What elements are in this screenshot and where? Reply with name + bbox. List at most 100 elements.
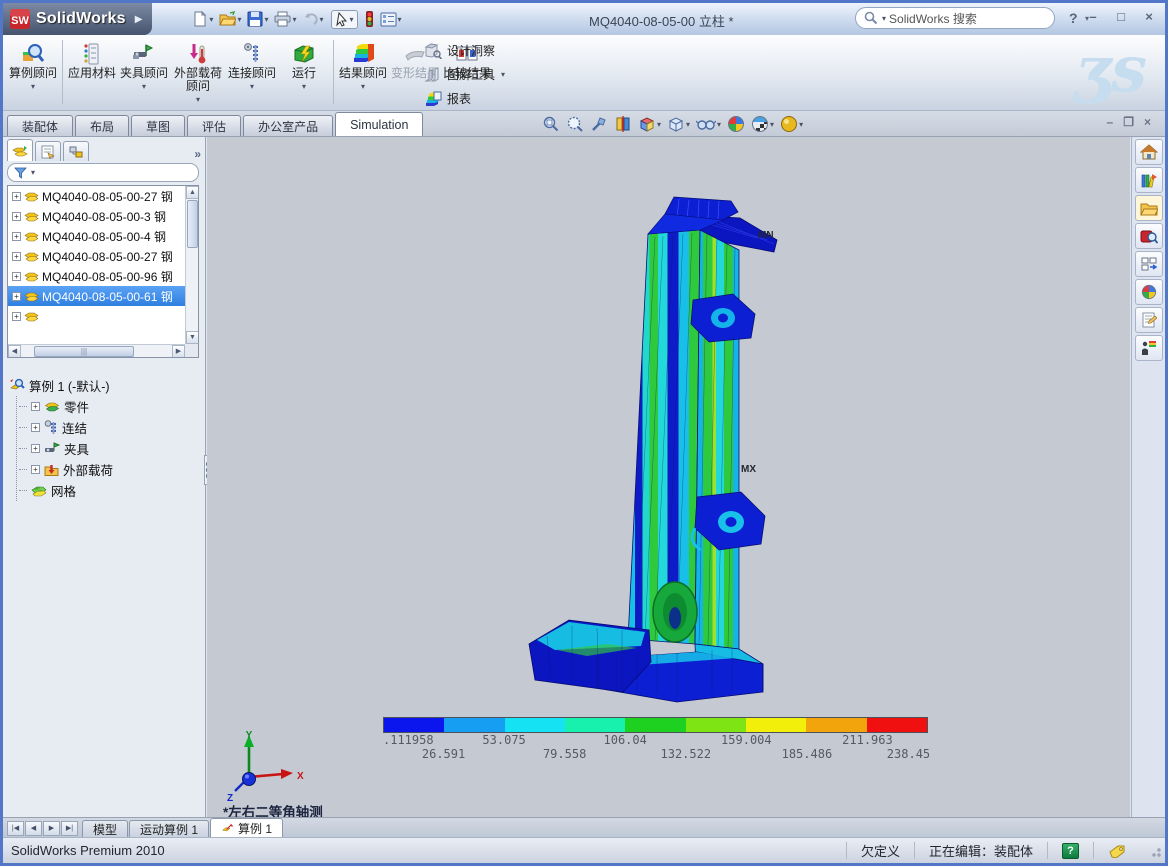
quick-tips-help-button[interactable]: ?: [1062, 843, 1079, 859]
run-button[interactable]: 运行 ▾: [278, 38, 330, 90]
search-results-tab[interactable]: [1135, 223, 1163, 249]
dropdown-arrow-icon[interactable]: ▾: [350, 15, 354, 24]
dropdown-arrow-icon[interactable]: ▾: [657, 120, 661, 129]
resources-tab[interactable]: [1135, 139, 1163, 165]
first-tab-button[interactable]: |◀: [7, 821, 24, 836]
search-scope-dropdown-icon[interactable]: ▾: [882, 14, 886, 23]
dropdown-arrow-icon[interactable]: ▾: [361, 82, 365, 90]
dropdown-arrow-icon[interactable]: ▾: [799, 120, 803, 129]
design-insight-button[interactable]: 设计洞察: [421, 41, 508, 60]
last-tab-button[interactable]: ▶|: [61, 821, 78, 836]
tab-office-products[interactable]: 办公室产品: [243, 115, 333, 136]
dropdown-arrow-icon[interactable]: ▾: [292, 15, 296, 24]
appearances-scenes-tab[interactable]: [1135, 279, 1163, 305]
model-tab[interactable]: 模型: [82, 820, 128, 837]
tree-horizontal-scrollbar[interactable]: ◀ ||| ▶: [8, 344, 185, 357]
expand-icon[interactable]: +: [12, 232, 21, 241]
tree-row[interactable]: +: [8, 306, 185, 326]
dropdown-arrow-icon[interactable]: ▾: [250, 82, 254, 90]
undo-button[interactable]: ▾: [300, 9, 325, 29]
dropdown-arrow-icon[interactable]: ▾: [31, 82, 35, 90]
tree-filter[interactable]: ▾: [7, 163, 199, 182]
hide-show-items-button[interactable]: ▾: [695, 114, 722, 134]
feature-tree-tab[interactable]: [7, 139, 33, 161]
custom-properties-tab[interactable]: [1135, 307, 1163, 333]
dropdown-arrow-icon[interactable]: ▾: [398, 15, 402, 24]
zoom-to-selection-button[interactable]: [589, 114, 609, 134]
close-button[interactable]: ×: [1139, 8, 1159, 26]
app-menu[interactable]: SW SolidWorks ▶: [3, 3, 152, 35]
expand-icon[interactable]: +: [12, 252, 21, 261]
doc-close-button[interactable]: ×: [1144, 115, 1151, 129]
study-root[interactable]: 算例 1 (-默认-): [9, 375, 201, 396]
tab-evaluate[interactable]: 评估: [187, 115, 241, 136]
study-item-connections[interactable]: + 连结: [17, 417, 201, 438]
dropdown-arrow-icon[interactable]: ▾: [237, 15, 241, 24]
dropdown-arrow-icon[interactable]: ▾: [686, 120, 690, 129]
tree-row[interactable]: + MQ4040-08-05-00-27 钢: [8, 246, 185, 266]
dropdown-arrow-icon[interactable]: ▾: [302, 82, 306, 90]
expand-icon[interactable]: +: [12, 212, 21, 221]
tree-row[interactable]: + MQ4040-08-05-00-27 钢: [8, 186, 185, 206]
dropdown-arrow-icon[interactable]: ▾: [142, 82, 146, 90]
zoom-to-fit-button[interactable]: [541, 114, 561, 134]
tree-row-selected[interactable]: + MQ4040-08-05-00-61 钢: [8, 286, 185, 306]
scroll-thumb[interactable]: [187, 200, 198, 248]
expand-icon[interactable]: +: [12, 192, 21, 201]
tree-row[interactable]: + MQ4040-08-05-00-3 钢: [8, 206, 185, 226]
tree-row[interactable]: + MQ4040-08-05-00-96 钢: [8, 266, 185, 286]
help-button[interactable]: ?: [1069, 10, 1078, 26]
previous-tab-button[interactable]: ◀: [25, 821, 42, 836]
graphics-viewport[interactable]: MN MX .111958 53.075 106.04 159.004 211.…: [207, 137, 1130, 817]
study-item-fixtures[interactable]: + 夹具: [17, 438, 201, 459]
scroll-right-button[interactable]: ▶: [172, 345, 185, 358]
print-button[interactable]: ▾: [272, 9, 298, 29]
fea-model-column[interactable]: [527, 192, 783, 704]
expand-icon[interactable]: +: [31, 402, 40, 411]
scroll-down-button[interactable]: ▼: [186, 331, 199, 344]
apply-material-button[interactable]: 应用材料: [66, 38, 118, 90]
study-item-parts[interactable]: + 零件: [17, 396, 201, 417]
view-orientation-button[interactable]: ▾: [637, 114, 662, 134]
expand-icon[interactable]: +: [12, 292, 21, 301]
next-tab-button[interactable]: ▶: [43, 821, 60, 836]
tab-sketch[interactable]: 草图: [131, 115, 185, 136]
open-button[interactable]: ▾: [217, 9, 243, 29]
scroll-left-button[interactable]: ◀: [8, 345, 21, 358]
menu-expand-icon[interactable]: ▶: [135, 14, 143, 25]
edit-appearance-button[interactable]: [726, 114, 746, 134]
dropdown-arrow-icon[interactable]: ▾: [319, 15, 323, 24]
results-advisor-button[interactable]: 结果顾问 ▾: [337, 38, 389, 90]
scroll-up-button[interactable]: ▲: [186, 186, 199, 199]
tab-assembly[interactable]: 装配体: [7, 115, 73, 136]
display-style-button[interactable]: ▾: [666, 114, 691, 134]
dropdown-arrow-icon[interactable]: ▾: [717, 120, 721, 129]
forum-tab[interactable]: [1135, 335, 1163, 361]
file-explorer-tab[interactable]: [1135, 195, 1163, 221]
design-library-tab[interactable]: [1135, 167, 1163, 193]
filter-dropdown-icon[interactable]: ▾: [31, 168, 35, 177]
tab-layout[interactable]: 布局: [75, 115, 129, 136]
doc-minimize-button[interactable]: –: [1107, 115, 1114, 129]
maximize-button[interactable]: □: [1111, 8, 1131, 26]
tree-row[interactable]: + MQ4040-08-05-00-4 钢: [8, 226, 185, 246]
expand-icon[interactable]: +: [31, 444, 40, 453]
report-button[interactable]: 报表: [421, 89, 508, 108]
scroll-thumb[interactable]: |||: [34, 346, 134, 357]
expand-icon[interactable]: +: [31, 465, 40, 474]
new-document-button[interactable]: ▾: [190, 9, 215, 29]
configuration-manager-tab[interactable]: [63, 141, 89, 161]
motion-study-tab[interactable]: 运动算例 1: [129, 820, 209, 837]
tab-simulation[interactable]: Simulation: [335, 112, 423, 136]
view-palette-tab[interactable]: [1135, 251, 1163, 277]
options-button[interactable]: ▾: [378, 10, 404, 29]
simulation-study-tab[interactable]: 算例 1: [210, 818, 283, 837]
dropdown-arrow-icon[interactable]: ▾: [196, 95, 200, 103]
study-item-mesh[interactable]: 网格: [17, 480, 201, 501]
tag-icon[interactable]: [1108, 844, 1126, 858]
external-loads-advisor-button[interactable]: 外部载荷顾问 ▾: [170, 38, 226, 103]
expand-icon[interactable]: +: [31, 423, 40, 432]
expand-icon[interactable]: +: [12, 312, 21, 321]
expand-icon[interactable]: +: [12, 272, 21, 281]
study-item-external-loads[interactable]: + 外部载荷: [17, 459, 201, 480]
